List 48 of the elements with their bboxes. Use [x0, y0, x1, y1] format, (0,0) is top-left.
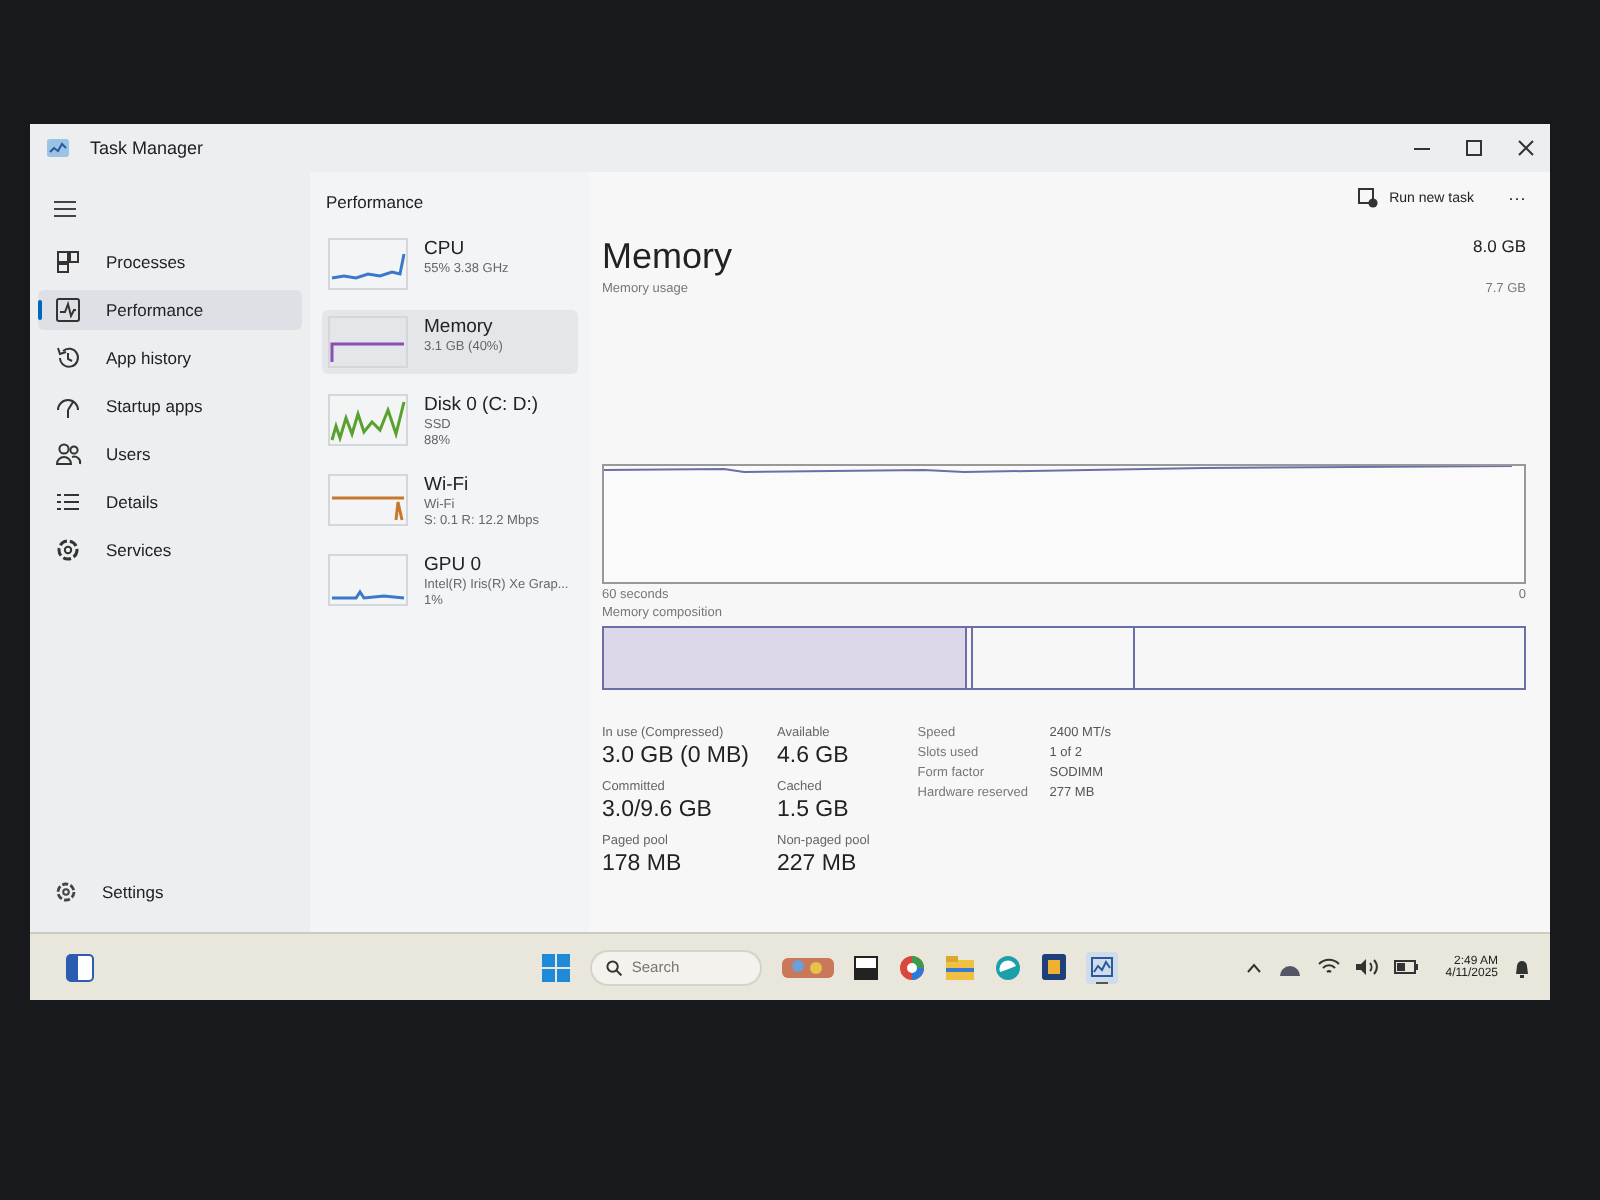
- app-icon: [46, 138, 70, 158]
- menu-icon[interactable]: [54, 200, 76, 218]
- cog-icon: [54, 536, 82, 564]
- stat-value: 178 MB: [602, 852, 684, 876]
- memory-title: Memory: [602, 236, 733, 278]
- list-icon: [54, 488, 82, 516]
- more-button[interactable]: ···: [1508, 188, 1526, 208]
- folder-icon[interactable]: [945, 955, 974, 979]
- colorful-circle-icon[interactable]: [897, 953, 926, 981]
- stat-value: 3.0/9.6 GB: [602, 798, 714, 822]
- window-title: Task Manager: [90, 138, 204, 158]
- maximize-icon[interactable]: [1466, 140, 1482, 156]
- stat-value: 227 MB: [777, 852, 859, 876]
- search-icon: [605, 959, 622, 975]
- sidebar-item[interactable]: Startup apps: [38, 386, 302, 426]
- section-title: Performance: [326, 192, 426, 212]
- sidebar-item[interactable]: Details: [38, 482, 302, 522]
- window-icon[interactable]: [853, 955, 878, 979]
- history-icon: [54, 344, 82, 372]
- sparkline-icon: [328, 238, 408, 290]
- widgets-icon[interactable]: [66, 953, 94, 981]
- stat-value: 3.0 GB (0 MB): [602, 744, 749, 768]
- sparkline-icon: [328, 316, 408, 368]
- chart-icon: [54, 296, 82, 324]
- sidebar-item[interactable]: Performance: [38, 290, 302, 330]
- close-icon[interactable]: [1518, 140, 1534, 156]
- start-icon[interactable]: [541, 953, 570, 981]
- stat-value: 4.6 GB: [777, 744, 851, 768]
- settings-icon: [54, 880, 78, 904]
- chart-window-icon[interactable]: [1085, 951, 1118, 983]
- sidebar-item[interactable]: Services: [38, 530, 302, 570]
- users-icon: [54, 440, 82, 468]
- sidebar-item[interactable]: App history: [38, 338, 302, 378]
- settings-item[interactable]: Settings: [38, 872, 302, 912]
- sparkline-icon: [328, 474, 408, 526]
- sidebar-item[interactable]: Users: [38, 434, 302, 474]
- bell-icon[interactable]: [1514, 957, 1530, 977]
- speaker-icon[interactable]: [1355, 958, 1378, 976]
- total-memory: 8.0 GB: [1473, 236, 1526, 256]
- sidebar-item[interactable]: Processes: [38, 242, 302, 282]
- wifi-icon[interactable]: [1317, 958, 1340, 976]
- sparkline-icon: [328, 394, 408, 446]
- task-icon: [1357, 188, 1378, 208]
- sparkline-icon: [328, 554, 408, 606]
- battery-icon[interactable]: [1393, 960, 1418, 974]
- stat-value: 1.5 GB: [777, 798, 851, 822]
- caret-icon[interactable]: [1245, 961, 1262, 973]
- grid-icon: [54, 248, 82, 276]
